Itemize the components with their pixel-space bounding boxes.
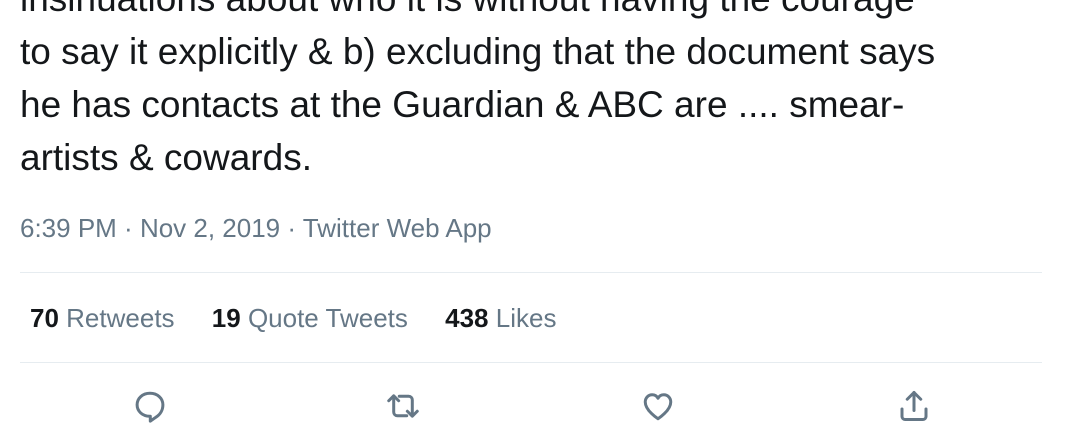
likes-stat[interactable]: 438 Likes [445,302,556,334]
reply-icon [135,391,165,423]
share-icon [900,391,928,421]
meta-separator: · [116,213,140,243]
tweet-text: insinuations about who it is without hav… [20,0,936,178]
retweet-icon [387,394,419,418]
reply-button[interactable] [130,388,170,428]
like-icon [643,393,673,421]
divider [20,272,1042,273]
retweet-button[interactable] [383,388,423,428]
share-button[interactable] [894,388,934,428]
quote-tweets-stat[interactable]: 19 Quote Tweets [212,302,408,334]
likes-label: Likes [495,303,557,333]
quote-tweets-count: 19 [211,303,241,333]
divider [20,362,1042,363]
meta-separator: · [280,213,303,243]
like-button[interactable] [638,388,678,428]
likes-count: 438 [445,303,489,333]
tweet-meta: 6:39 PM · Nov 2, 2019 · Twitter Web App [20,212,492,244]
tweet-stats: 70 Retweets 19 Quote Tweets 438 Likes [30,302,556,334]
tweet-source[interactable]: Twitter Web App [303,213,492,243]
retweets-label: Retweets [66,303,175,333]
retweets-stat[interactable]: 70 Retweets [30,302,175,334]
quote-tweets-label: Quote Tweets [247,303,408,333]
retweets-count: 70 [30,303,59,333]
tweet-date[interactable]: Nov 2, 2019 [140,213,280,243]
tweet-time[interactable]: 6:39 PM [20,213,117,243]
